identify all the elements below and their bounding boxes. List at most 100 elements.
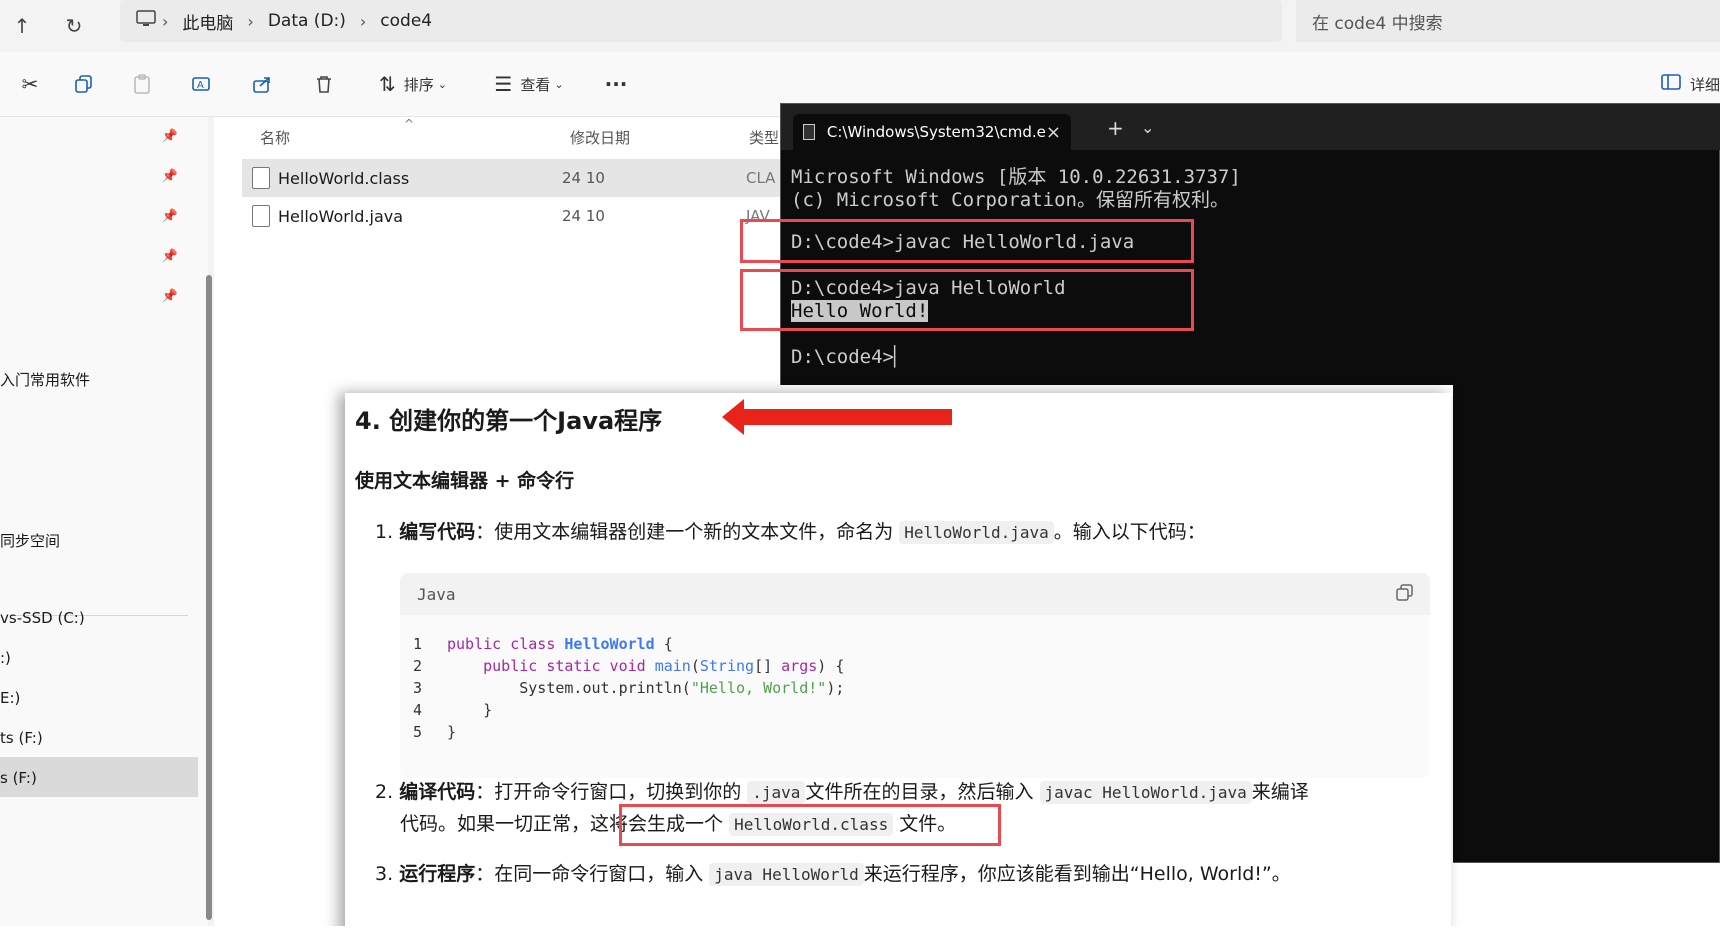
line-number: 5	[413, 723, 423, 741]
terminal-tab-bar: C:\Windows\System32\cmd.e × + ⌄	[781, 104, 1720, 150]
code-line: 5}	[413, 723, 457, 741]
terminal-tab[interactable]: C:\Windows\System32\cmd.e ×	[793, 114, 1071, 150]
search-input[interactable]: 在 code4 中搜索	[1296, 0, 1720, 42]
inline-code: HelloWorld.java	[899, 521, 1054, 544]
prompt-text: D:\code4>	[791, 346, 894, 368]
terminal-prompt: D:\code4>▏	[791, 346, 905, 368]
svg-text:A: A	[197, 80, 204, 91]
file-icon	[252, 167, 270, 189]
delete-icon[interactable]	[304, 64, 344, 104]
share-icon[interactable]	[242, 64, 282, 104]
step-title: 编译代码	[399, 781, 476, 803]
taskbar-strip	[0, 926, 1720, 948]
up-arrow-icon[interactable]: ↑	[4, 8, 40, 44]
nav-drive-d[interactable]: :)	[0, 649, 11, 667]
file-icon	[252, 205, 270, 227]
step-title: 编写代码	[399, 521, 476, 543]
chevron-down-icon: ⌄	[554, 77, 564, 91]
address-bar[interactable]: › 此电脑 › Data (D:) › code4	[120, 0, 1282, 42]
step-2: 2. 编译代码：打开命令行窗口，切换到你的 .java 文件所在的目录，然后输入 …	[375, 777, 1309, 804]
address-toolbar: ↑ ↻ › 此电脑 › Data (D:) › code4 在 code4 中搜…	[0, 0, 1720, 50]
column-type-header[interactable]: 类型	[749, 127, 779, 148]
more-options-icon[interactable]: ···	[596, 64, 636, 104]
view-icon: ☰	[494, 72, 513, 96]
step-text: 来运行程序，你应该能看到输出“Hello, World!”。	[863, 863, 1291, 885]
file-name: HelloWorld.java	[278, 206, 404, 226]
computer-icon	[136, 9, 156, 33]
pin-icon[interactable]: 📌	[162, 169, 178, 184]
breadcrumb-code4[interactable]: code4	[380, 11, 432, 31]
text-cursor: ▏	[893, 346, 906, 368]
code-block-header	[400, 573, 1430, 615]
pin-icon[interactable]: 📌	[162, 209, 178, 224]
nav-drive-f-2[interactable]: s (F:)	[0, 769, 37, 787]
chevron-right-icon: ›	[359, 11, 367, 31]
pin-icon[interactable]: 📌	[162, 289, 178, 304]
highlight-box-class-file	[619, 804, 1001, 846]
line-number: 2	[413, 657, 423, 675]
highlight-box-java-run	[740, 269, 1194, 331]
inline-code: javac HelloWorld.java	[1039, 781, 1252, 804]
refresh-icon[interactable]: ↻	[56, 8, 92, 44]
pin-icon[interactable]: 📌	[162, 129, 178, 144]
breadcrumb-this-pc[interactable]: 此电脑	[182, 9, 233, 34]
inline-code: .java	[747, 781, 806, 804]
chevron-right-icon: ›	[162, 11, 169, 31]
section-heading: 4. 创建你的第一个Java程序	[355, 407, 663, 435]
file-date: 24 10	[562, 169, 605, 187]
step-3: 3. 运行程序：在同一命令行窗口，输入 java HelloWorld 来运行程序…	[375, 859, 1291, 886]
step-number: 1.	[375, 521, 394, 543]
chevron-down-icon: ⌄	[437, 77, 447, 91]
view-button[interactable]: ☰ 查看 ⌄	[484, 64, 574, 104]
details-pane-button[interactable]: 详细	[1660, 64, 1720, 104]
nav-drive-f[interactable]: ts (F:)	[0, 729, 43, 747]
step-number: 2.	[375, 781, 394, 803]
code-language-label: Java	[417, 585, 456, 604]
tutorial-document: 4. 创建你的第一个Java程序 使用文本编辑器 + 命令行 1. 编写代码：使…	[345, 393, 1451, 948]
sort-caret-icon: ^	[404, 117, 415, 131]
line-number: 4	[413, 701, 423, 719]
step-text: 文件所在的目录，然后输入	[805, 781, 1034, 803]
red-arrow-annotation	[722, 399, 952, 435]
nav-drive-c[interactable]: vs-SSD (C:)	[0, 609, 85, 627]
column-date-header[interactable]: 修改日期	[570, 127, 630, 148]
step-1: 1. 编写代码：使用文本编辑器创建一个新的文本文件，命名为 HelloWorld…	[375, 517, 1206, 544]
cut-icon[interactable]: ✂	[10, 64, 50, 104]
terminal-icon	[803, 124, 815, 140]
line-number: 1	[413, 635, 423, 653]
sort-button[interactable]: ⇅ 排序 ⌄	[368, 64, 458, 104]
step-text: ：在同一命令行窗口，输入	[475, 863, 704, 885]
paste-icon[interactable]	[122, 64, 162, 104]
copy-code-icon[interactable]	[1395, 583, 1415, 607]
subheading: 使用文本编辑器 + 命令行	[355, 470, 575, 492]
copy-icon[interactable]	[64, 64, 104, 104]
step-title: 运行程序	[399, 863, 476, 885]
code-line: 2 public static void main(String[] args)…	[413, 657, 845, 675]
code-line: 1 public class HelloWorld {	[413, 635, 673, 653]
view-label: 查看	[520, 75, 551, 94]
terminal-tab-title: C:\Windows\System32\cmd.e	[826, 123, 1046, 141]
file-name: HelloWorld.class	[278, 168, 410, 188]
terminal-line: (c) Microsoft Corporation。保留所有权利。	[791, 189, 1229, 211]
close-icon[interactable]: ×	[1046, 122, 1061, 143]
pin-icon[interactable]: 📌	[162, 249, 178, 264]
step-text: ：打开命令行窗口，切换到你的	[475, 781, 742, 803]
breadcrumb-data-d[interactable]: Data (D:)	[268, 11, 346, 31]
inline-code: java HelloWorld	[709, 863, 864, 886]
rename-icon[interactable]: A	[182, 64, 222, 104]
step-text: 代码。如果一切正常，	[400, 813, 591, 835]
nav-item-sync[interactable]: 同步空间	[0, 530, 60, 551]
step-text: 。输入以下代码：	[1053, 521, 1206, 543]
chevron-right-icon: ›	[247, 11, 254, 31]
details-label: 详细	[1690, 75, 1720, 94]
step-text: 来编译	[1251, 781, 1309, 803]
column-name-header[interactable]: 名称	[260, 127, 290, 148]
file-type: CLA	[746, 169, 776, 187]
new-tab-plus-icon[interactable]: +	[1107, 116, 1124, 140]
file-date: 24 10	[562, 207, 605, 225]
nav-scrollbar[interactable]	[206, 275, 212, 920]
nav-item-software[interactable]: 入门常用软件	[0, 369, 90, 390]
chevron-down-icon[interactable]: ⌄	[1141, 118, 1154, 137]
step-text: ：使用文本编辑器创建一个新的文本文件，命名为	[475, 521, 894, 543]
nav-drive-e[interactable]: E:)	[0, 689, 20, 707]
